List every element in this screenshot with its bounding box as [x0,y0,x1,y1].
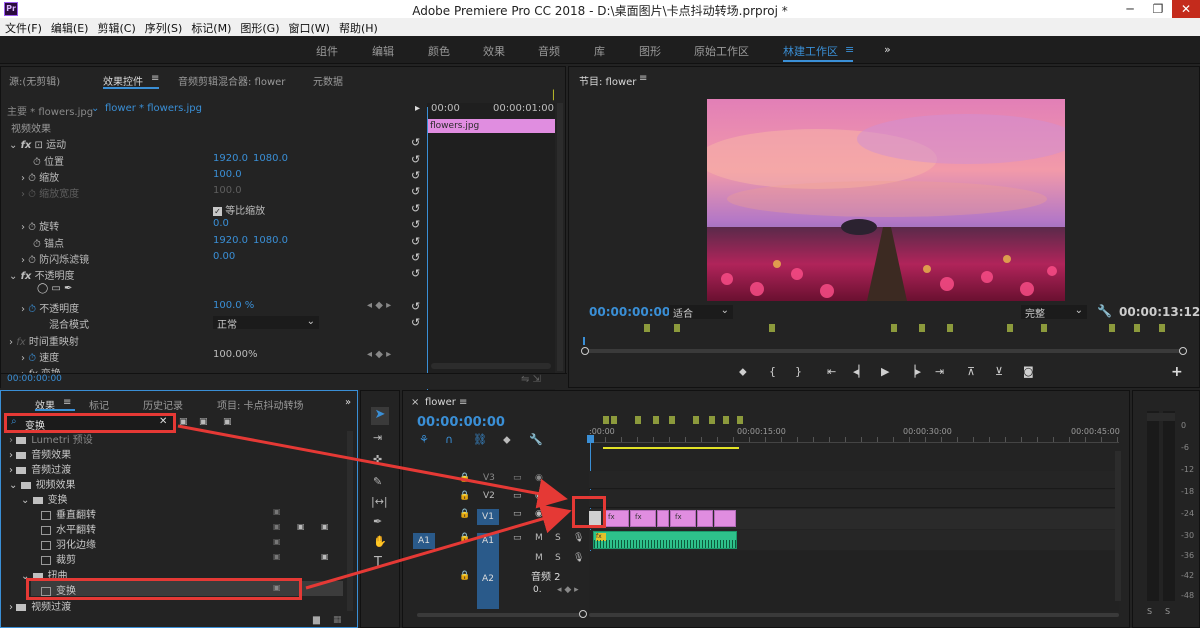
annotation-arrows [177,424,572,590]
annotation-arrow [305,504,572,590]
annotation-arrow [177,424,568,509]
